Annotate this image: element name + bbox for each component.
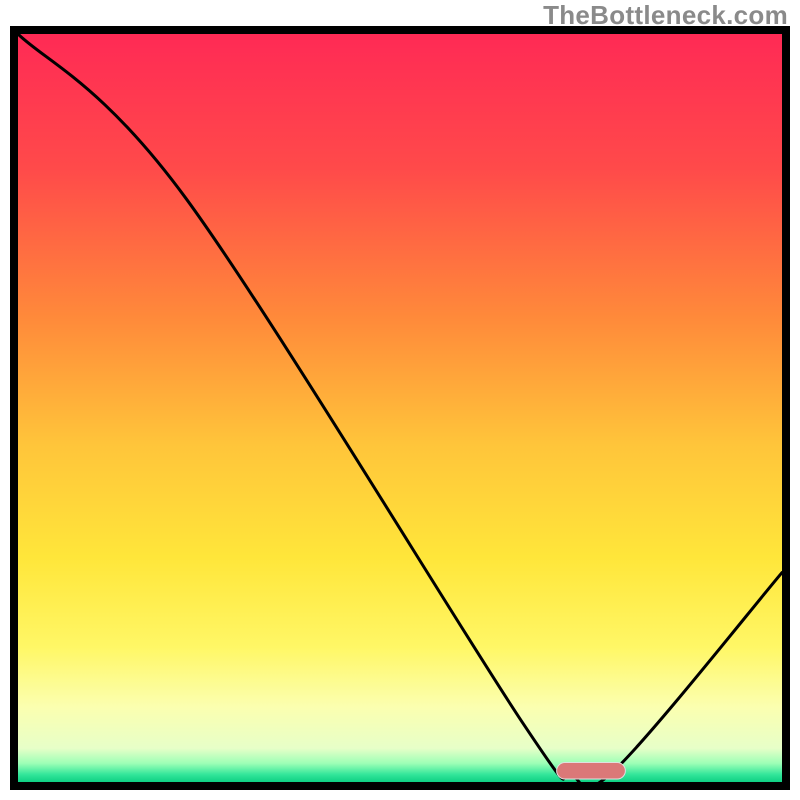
optimum-marker	[557, 763, 626, 779]
plot-gradient-background	[18, 34, 782, 782]
bottleneck-chart	[0, 0, 800, 800]
